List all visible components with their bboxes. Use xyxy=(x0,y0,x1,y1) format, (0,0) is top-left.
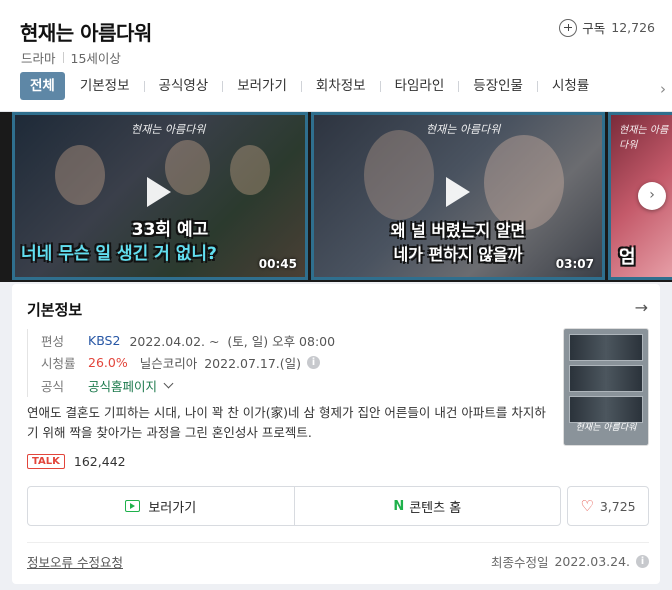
ratings-source: 닐슨코리아 xyxy=(139,356,198,372)
schedule-row: 편성 KBS2 2022.04.02. ~ (토, 일) 오후 08:00 xyxy=(41,329,335,352)
meta-list: 편성 KBS2 2022.04.02. ~ (토, 일) 오후 08:00 시청… xyxy=(27,329,335,397)
tab-timeline[interactable]: 타임라인 xyxy=(389,72,451,100)
show-logo: 현재는 아름다워 xyxy=(619,125,669,151)
page-title: 현재는 아름다워 xyxy=(20,21,152,45)
subscribe-count: 12,726 xyxy=(611,20,655,35)
schedule-key: 편성 xyxy=(41,333,65,349)
ratings-key: 시청률 xyxy=(41,356,76,372)
divider xyxy=(222,80,224,92)
scene-figure xyxy=(55,145,105,205)
info-icon[interactable]: i xyxy=(636,555,649,568)
video-thumbnail[interactable]: 현재는 아름다워 왜 널 버렸는지 알면 네가 편하지 않을까 03:07 xyxy=(311,112,605,280)
updated-date: 2022.03.24. xyxy=(554,554,630,569)
tab-episodes[interactable]: 회차정보 xyxy=(310,72,372,100)
description: 연애도 결혼도 기피하는 시대, 나이 꽉 찬 이가(家)네 삼 형제가 집안 … xyxy=(27,405,546,440)
poster-panel xyxy=(569,334,643,361)
like-button[interactable]: ♡ 3,725 xyxy=(567,486,649,526)
arrow-right-icon[interactable]: → xyxy=(635,298,648,317)
video-thumbnail[interactable]: 현재는 아름다워 33회 예고 너네 무슨 일 생긴 거 없니? 00:45 xyxy=(12,112,308,280)
tab-basic-info[interactable]: 기본정보 xyxy=(74,72,136,100)
tab-ratings[interactable]: 시청률 xyxy=(546,72,595,100)
age-rating-label: 15세이상 xyxy=(70,51,121,66)
show-logo: 현재는 아름다워 xyxy=(131,123,206,136)
divider xyxy=(536,80,538,92)
video-icon xyxy=(125,500,141,512)
poster-image[interactable]: 현재는 아름다워 xyxy=(563,328,649,446)
report-error-link[interactable]: 정보오류 수정요청 xyxy=(27,552,123,571)
talk-badge: TALK xyxy=(27,454,65,469)
video-caption-top: 왜 널 버렸는지 알면 xyxy=(390,221,526,240)
show-logo: 현재는 아름다워 xyxy=(426,123,501,136)
header: 현재는 아름다워 드라마 15세이상 구독 12,726 전체 기본정보 공식영… xyxy=(0,0,672,112)
talk-count: 162,442 xyxy=(73,454,126,469)
video-caption-bottom: 엄 xyxy=(619,247,636,268)
divider xyxy=(300,80,302,92)
info-icon[interactable]: i xyxy=(307,356,321,370)
subscribe-label: 구독 xyxy=(582,21,606,36)
scene-figure xyxy=(230,145,270,195)
video-carousel: 현재는 아름다워 33회 예고 너네 무슨 일 생긴 거 없니? 00:45 현… xyxy=(0,112,672,282)
naver-n-icon: N xyxy=(393,498,405,514)
section-title: 기본정보 xyxy=(27,301,83,319)
heart-icon: ♡ xyxy=(580,497,594,515)
divider xyxy=(458,80,460,92)
action-buttons: 보러가기 N 콘텐츠 홈 xyxy=(27,486,561,526)
ratings-value: 26.0% xyxy=(88,355,128,371)
tab-official-video[interactable]: 공식영상 xyxy=(153,72,215,100)
subscribe-button[interactable]: 구독 12,726 xyxy=(559,18,655,37)
scene-figure xyxy=(364,130,434,220)
ratings-date: 2022.07.17.(일) xyxy=(204,356,302,372)
last-updated: 최종수정일 2022.03.24. i xyxy=(491,552,649,571)
tab-characters[interactable]: 등장인물 xyxy=(467,72,529,100)
carousel-next-button[interactable]: › xyxy=(638,182,666,210)
official-row: 공식 공식홈페이지 xyxy=(41,374,335,397)
video-caption-bottom: 너네 무슨 일 생긴 거 없니? xyxy=(21,244,217,264)
chevron-right-icon[interactable]: › xyxy=(660,80,666,98)
poster-logo: 현재는 아름다워 xyxy=(575,423,637,433)
tab-all[interactable]: 전체 xyxy=(20,72,65,100)
scene-figure xyxy=(165,140,210,195)
video-duration: 03:07 xyxy=(555,257,594,271)
channel-link[interactable]: KBS2 xyxy=(88,333,120,348)
official-homepage-link[interactable]: 공식홈페이지 xyxy=(88,376,157,395)
talk-row[interactable]: TALK 162,442 xyxy=(27,454,126,469)
video-duration: 00:45 xyxy=(258,257,297,271)
divider xyxy=(143,80,145,92)
footer: 정보오류 수정요청 최종수정일 2022.03.24. i xyxy=(27,542,649,572)
genre-label: 드라마 xyxy=(21,51,56,66)
play-icon[interactable] xyxy=(446,177,470,207)
tab-watch[interactable]: 보러가기 xyxy=(231,72,293,100)
divider xyxy=(379,80,381,92)
scene-figure xyxy=(484,135,564,230)
play-icon[interactable] xyxy=(147,177,171,207)
divider xyxy=(62,52,64,63)
poster-panel xyxy=(569,365,643,392)
watch-label: 보러가기 xyxy=(148,500,197,516)
sub-info: 드라마 15세이상 xyxy=(21,48,121,67)
content-home-button[interactable]: N 콘텐츠 홈 xyxy=(293,487,561,525)
ratings-row: 시청률 26.0% 닐슨코리아 2022.07.17.(일) i xyxy=(41,352,335,375)
drama-info-page: 현재는 아름다워 드라마 15세이상 구독 12,726 전체 기본정보 공식영… xyxy=(0,0,672,590)
plus-circle-icon xyxy=(559,18,578,37)
poster-panel xyxy=(569,396,643,423)
basic-info-card: 기본정보 → 편성 KBS2 2022.04.02. ~ (토, 일) 오후 0… xyxy=(12,284,660,584)
tab-bar: 전체 기본정보 공식영상 보러가기 회차정보 타임라인 등장인물 시청률 xyxy=(20,72,595,100)
updated-label: 최종수정일 xyxy=(490,555,549,570)
video-caption-top: 33회 예고 xyxy=(131,220,209,240)
schedule-value: 2022.04.02. ~ (토, 일) 오후 08:00 xyxy=(129,333,336,349)
official-key: 공식 xyxy=(41,378,65,394)
content-home-label: 콘텐츠 홈 xyxy=(409,500,462,516)
like-count: 3,725 xyxy=(599,498,636,514)
chevron-down-icon[interactable] xyxy=(163,378,174,389)
watch-button[interactable]: 보러가기 xyxy=(28,487,294,525)
